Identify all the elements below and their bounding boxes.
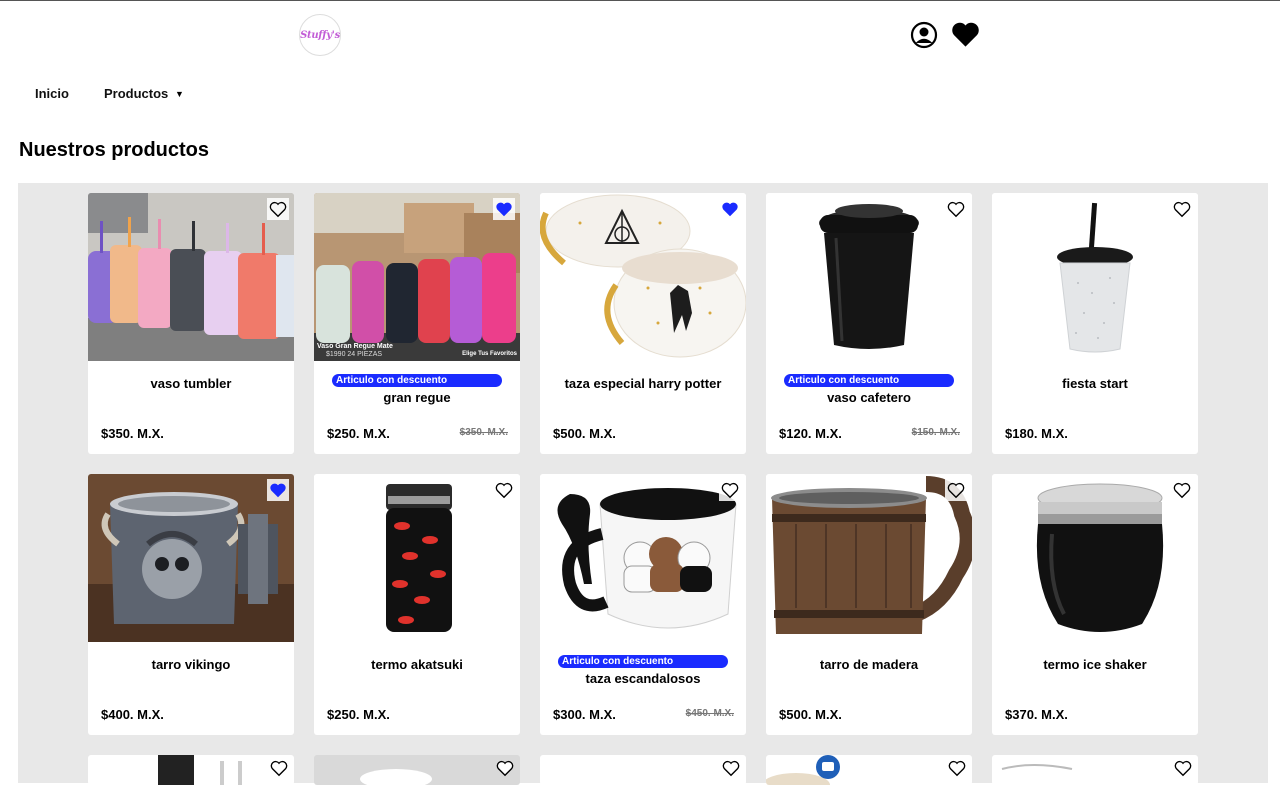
product-old-price: $350. M.X. [459, 427, 508, 438]
product-card[interactable]: termo akatsuki $250. M.X. [314, 474, 520, 735]
favorite-heart-icon[interactable] [493, 479, 515, 501]
favorite-heart-icon[interactable] [722, 760, 740, 782]
product-card[interactable]: Articulo con descuento vaso cafetero $12… [766, 193, 972, 454]
image-tag: Elige Tus Favoritos [462, 351, 517, 357]
product-image [992, 474, 1198, 642]
product-image [992, 193, 1198, 361]
product-card[interactable]: termo ice shaker $370. M.X. [992, 474, 1198, 735]
product-name[interactable]: taza especial harry potter [540, 376, 746, 391]
product-image [88, 193, 294, 361]
main-nav: Inicio Productos ▼ [0, 78, 1280, 110]
favorite-heart-icon[interactable] [719, 479, 741, 501]
product-card[interactable]: taza especial harry potter $500. M.X. [540, 193, 746, 454]
product-name[interactable]: termo akatsuki [314, 657, 520, 672]
product-card[interactable] [88, 755, 294, 785]
product-name[interactable]: vaso cafetero [766, 390, 972, 405]
favorite-heart-icon[interactable] [719, 198, 741, 220]
product-card[interactable] [992, 755, 1198, 785]
product-image [766, 193, 972, 361]
favorite-heart-icon[interactable] [493, 198, 515, 220]
product-card[interactable]: tarro vikingo $400. M.X. [88, 474, 294, 735]
product-name[interactable]: termo ice shaker [992, 657, 1198, 672]
product-card[interactable] [766, 755, 972, 785]
brand-logo[interactable]: Stuffy's [299, 14, 341, 56]
site-header: Stuffy's [0, 1, 1280, 65]
product-card[interactable]: tarro de madera $500. M.X. [766, 474, 972, 735]
product-image [540, 474, 746, 642]
product-image [314, 474, 520, 642]
product-card[interactable] [314, 755, 520, 785]
nav-productos[interactable]: Productos [104, 86, 168, 101]
image-caption: Vaso Gran Regue Mate [317, 343, 393, 350]
image-subcaption: $1990 24 PIEZAS [326, 351, 383, 358]
favorite-heart-icon[interactable] [267, 479, 289, 501]
favorite-heart-icon[interactable] [945, 479, 967, 501]
nav-inicio[interactable]: Inicio [35, 86, 69, 101]
favorite-heart-icon[interactable] [267, 198, 289, 220]
product-name[interactable]: gran regue [314, 390, 520, 405]
discount-badge: Articulo con descuento [558, 655, 728, 668]
favorite-heart-icon[interactable] [1174, 760, 1192, 782]
user-account-icon[interactable] [910, 21, 938, 49]
product-price: $180. M.X. [1005, 426, 1068, 441]
logo-text: Stuffy's [300, 29, 340, 41]
product-old-price: $150. M.X. [911, 427, 960, 438]
product-name[interactable]: tarro de madera [766, 657, 972, 672]
product-card[interactable]: Articulo con descuento taza escandalosos… [540, 474, 746, 735]
product-name[interactable]: taza escandalosos [540, 671, 746, 686]
product-card[interactable] [540, 755, 746, 785]
product-price: $400. M.X. [101, 707, 164, 722]
product-price: $500. M.X. [553, 426, 616, 441]
product-price: $350. M.X. [101, 426, 164, 441]
product-card[interactable]: Vaso Gran Regue Mate $1990 24 PIEZAS Eli… [314, 193, 520, 454]
product-card[interactable]: fiesta start $180. M.X. [992, 193, 1198, 454]
chevron-down-icon[interactable]: ▼ [175, 89, 184, 99]
product-price: $250. M.X. [327, 707, 390, 722]
favorites-heart-icon[interactable] [951, 21, 980, 48]
favorite-heart-icon[interactable] [496, 760, 514, 782]
product-image [766, 474, 972, 642]
discount-badge: Articulo con descuento [332, 374, 502, 387]
product-image [540, 193, 746, 361]
product-price: $120. M.X. [779, 426, 842, 441]
product-price: $300. M.X. [553, 707, 616, 722]
discount-badge: Articulo con descuento [784, 374, 954, 387]
product-name[interactable]: fiesta start [992, 376, 1198, 391]
favorite-heart-icon[interactable] [945, 198, 967, 220]
favorite-heart-icon[interactable] [948, 760, 966, 782]
favorite-heart-icon[interactable] [270, 760, 288, 782]
product-card[interactable]: vaso tumbler $350. M.X. [88, 193, 294, 454]
product-image: Vaso Gran Regue Mate $1990 24 PIEZAS Eli… [314, 193, 520, 361]
product-price: $250. M.X. [327, 426, 390, 441]
product-image [88, 474, 294, 642]
product-old-price: $450. M.X. [685, 708, 734, 719]
product-name[interactable]: vaso tumbler [88, 376, 294, 391]
page-title: Nuestros productos [19, 139, 210, 161]
favorite-heart-icon[interactable] [1171, 198, 1193, 220]
product-name[interactable]: tarro vikingo [88, 657, 294, 672]
favorite-heart-icon[interactable] [1171, 479, 1193, 501]
product-price: $500. M.X. [779, 707, 842, 722]
product-price: $370. M.X. [1005, 707, 1068, 722]
